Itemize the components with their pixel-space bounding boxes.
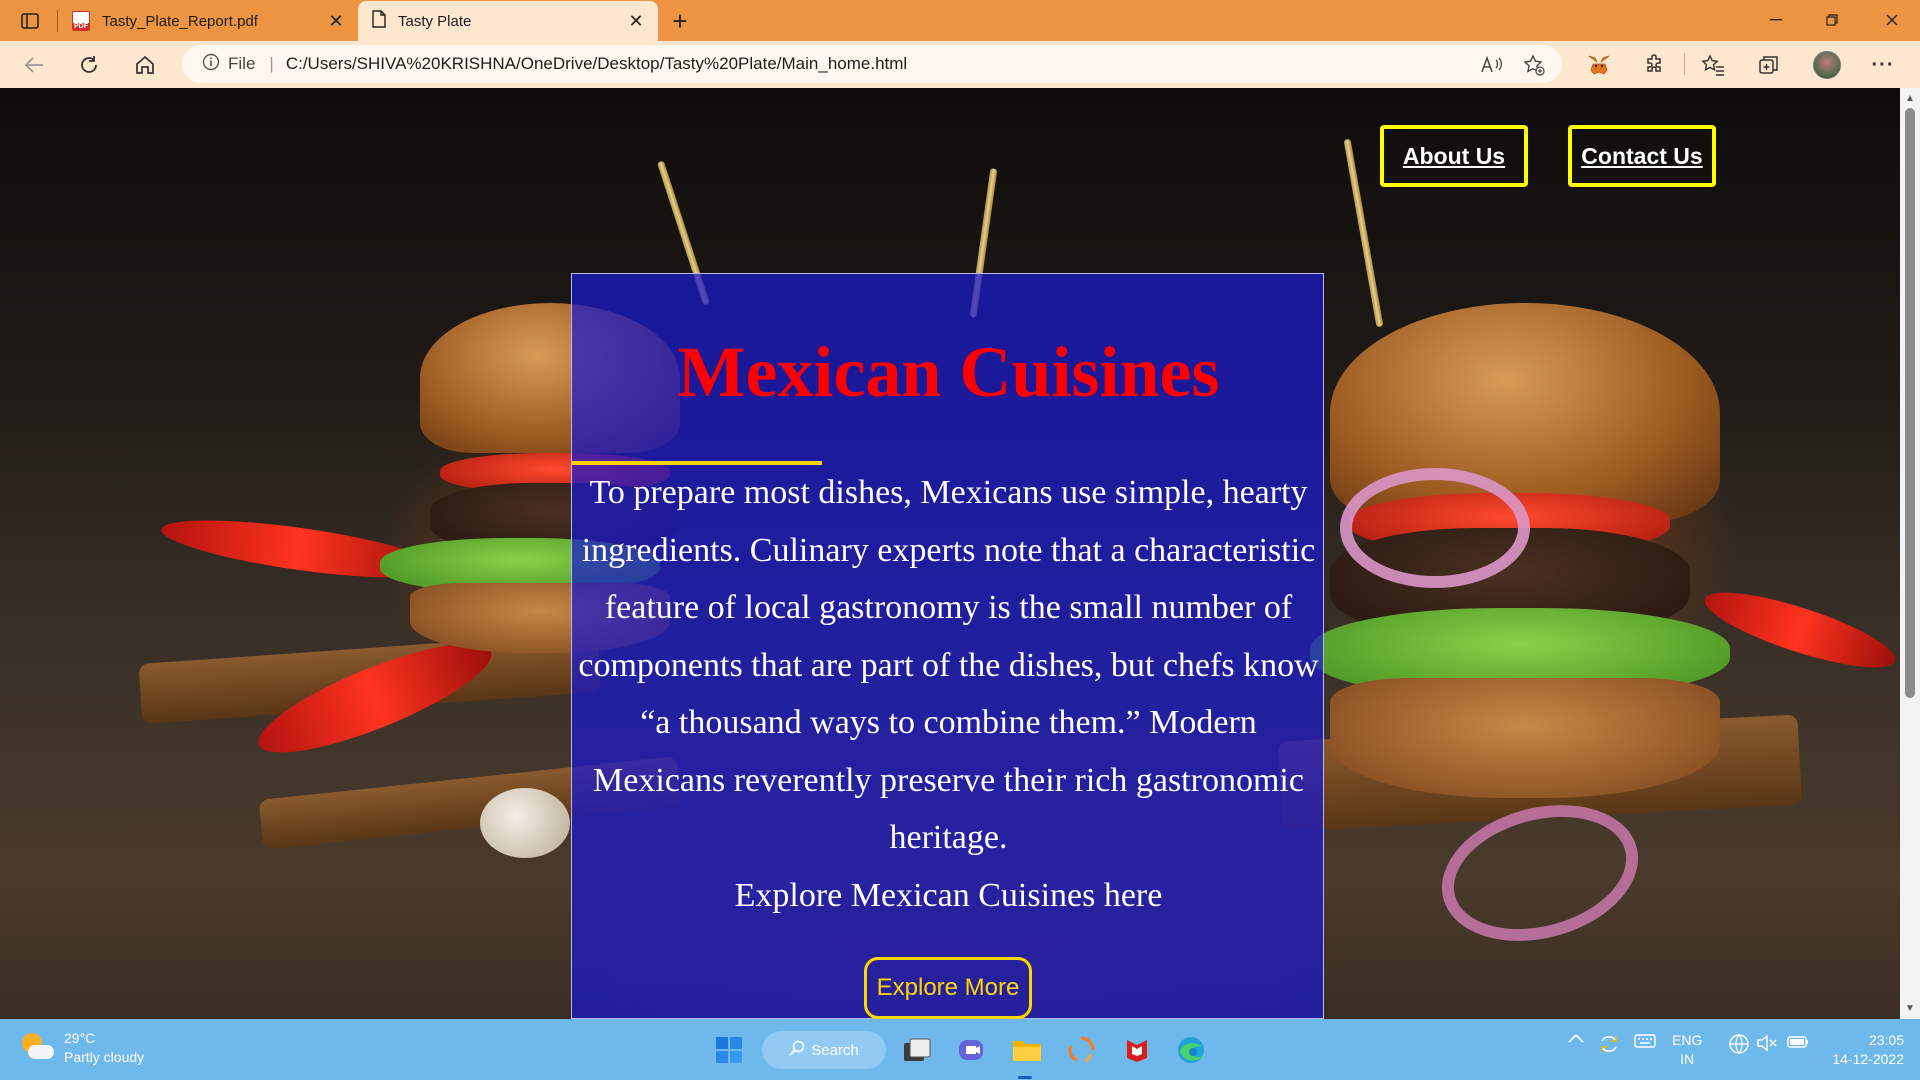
system-clock[interactable]: 23:05 14-12-2022	[1820, 1031, 1904, 1069]
file-explorer-icon[interactable]	[1008, 1031, 1046, 1069]
clock-time: 23:05	[1868, 1032, 1904, 1048]
restore-icon[interactable]	[1804, 0, 1860, 40]
close-icon[interactable]: ✕	[326, 11, 346, 31]
explore-more-button[interactable]: Explore More	[864, 957, 1032, 1019]
start-icon[interactable]	[710, 1031, 748, 1069]
collections-icon[interactable]	[1754, 50, 1784, 80]
profile-avatar[interactable]	[1812, 50, 1842, 80]
explore-text: Explore Mexican Cuisines here	[734, 876, 1163, 914]
url-text[interactable]: C:/Users/SHIVA%20KRISHNA/OneDrive/Deskto…	[286, 54, 907, 74]
home-icon[interactable]	[128, 48, 162, 82]
info-icon	[202, 53, 220, 76]
refresh-icon[interactable]	[72, 48, 106, 82]
tab-label: Tasty_Plate_Report.pdf	[102, 12, 258, 30]
loading-app-icon[interactable]	[1062, 1031, 1100, 1069]
panel-description: To prepare most dishes, Mexicans use sim…	[578, 474, 1319, 856]
clock-date: 14-12-2022	[1832, 1051, 1904, 1067]
network-icon[interactable]	[1728, 1033, 1750, 1055]
sync-icon[interactable]	[1598, 1033, 1620, 1055]
divider: |	[269, 54, 274, 73]
weather-widget[interactable]: 29°C Partly cloudy	[20, 1029, 144, 1067]
extensions-icon[interactable]	[1640, 50, 1670, 80]
close-window-icon[interactable]	[1864, 0, 1920, 40]
minimize-icon[interactable]	[1748, 0, 1804, 40]
volume-muted-icon[interactable]	[1756, 1033, 1778, 1053]
browser-toolbar: File | C:/Users/SHIVA%20KRISHNA/OneDrive…	[0, 41, 1920, 88]
tab-report-pdf[interactable]: PDF Tasty_Plate_Report.pdf ✕	[58, 1, 358, 41]
burger-bun	[1330, 678, 1720, 798]
active-app-indicator	[1018, 1076, 1032, 1079]
scrollbar-thumb[interactable]	[1905, 108, 1915, 698]
more-options-icon[interactable]: ···	[1868, 50, 1898, 80]
battery-icon[interactable]	[1786, 1033, 1810, 1051]
chili-pepper	[1698, 578, 1900, 682]
partly-cloudy-icon	[20, 1031, 54, 1065]
toolbar-divider	[1684, 53, 1685, 75]
weather-condition: Partly cloudy	[64, 1049, 145, 1065]
page-icon	[372, 10, 386, 32]
search-icon	[789, 1040, 805, 1060]
tab-actions-icon[interactable]	[14, 6, 46, 36]
onion-ring	[1340, 468, 1530, 588]
edge-browser-icon[interactable]	[1172, 1031, 1210, 1069]
back-icon[interactable]	[17, 48, 51, 82]
metamask-extension-icon[interactable]	[1584, 50, 1614, 80]
language-code: ENG	[1672, 1032, 1703, 1048]
about-us-button[interactable]: About Us	[1380, 125, 1528, 187]
windows-taskbar: 29°C Partly cloudy Search ENG IN 23:05 1…	[0, 1019, 1920, 1080]
site-info-button[interactable]: File |	[202, 53, 286, 76]
close-icon[interactable]: ✕	[626, 11, 646, 31]
tab-tasty-plate[interactable]: Tasty Plate ✕	[358, 1, 658, 41]
cuisine-info-panel: Mexican Cuisines To prepare most dishes,…	[571, 273, 1324, 1019]
skewer	[1343, 138, 1384, 328]
teams-chat-icon[interactable]	[952, 1031, 990, 1069]
scroll-up-icon[interactable]: ▲	[1904, 92, 1916, 104]
chevron-up-icon[interactable]	[1568, 1033, 1584, 1043]
favorites-icon[interactable]	[1698, 50, 1728, 80]
panel-body: To prepare most dishes, Mexicans use sim…	[572, 464, 1325, 924]
add-favorite-icon[interactable]	[1522, 53, 1546, 77]
pdf-icon: PDF	[72, 11, 90, 31]
contact-us-button[interactable]: Contact Us	[1568, 125, 1716, 187]
region-code: IN	[1680, 1051, 1695, 1067]
language-indicator[interactable]: ENG IN	[1672, 1031, 1702, 1069]
address-bar[interactable]: File | C:/Users/SHIVA%20KRISHNA/OneDrive…	[182, 45, 1562, 83]
new-tab-icon[interactable]: +	[664, 6, 696, 36]
search-label: Search	[811, 1041, 859, 1059]
scroll-down-icon[interactable]: ▼	[1904, 1002, 1916, 1014]
read-aloud-icon[interactable]	[1480, 53, 1504, 77]
weather-temp: 29°C	[64, 1030, 96, 1046]
scheme-label: File	[228, 54, 256, 73]
tab-label: Tasty Plate	[398, 12, 472, 30]
keyboard-icon[interactable]	[1634, 1033, 1656, 1049]
taskbar-search[interactable]: Search	[762, 1031, 886, 1069]
browser-tab-bar: PDF Tasty_Plate_Report.pdf ✕ Tasty Plate…	[0, 0, 1920, 41]
mushroom	[480, 788, 570, 858]
panel-title: Mexican Cuisines	[677, 332, 1220, 412]
task-view-icon[interactable]	[898, 1031, 936, 1069]
mcafee-icon[interactable]	[1118, 1031, 1156, 1069]
